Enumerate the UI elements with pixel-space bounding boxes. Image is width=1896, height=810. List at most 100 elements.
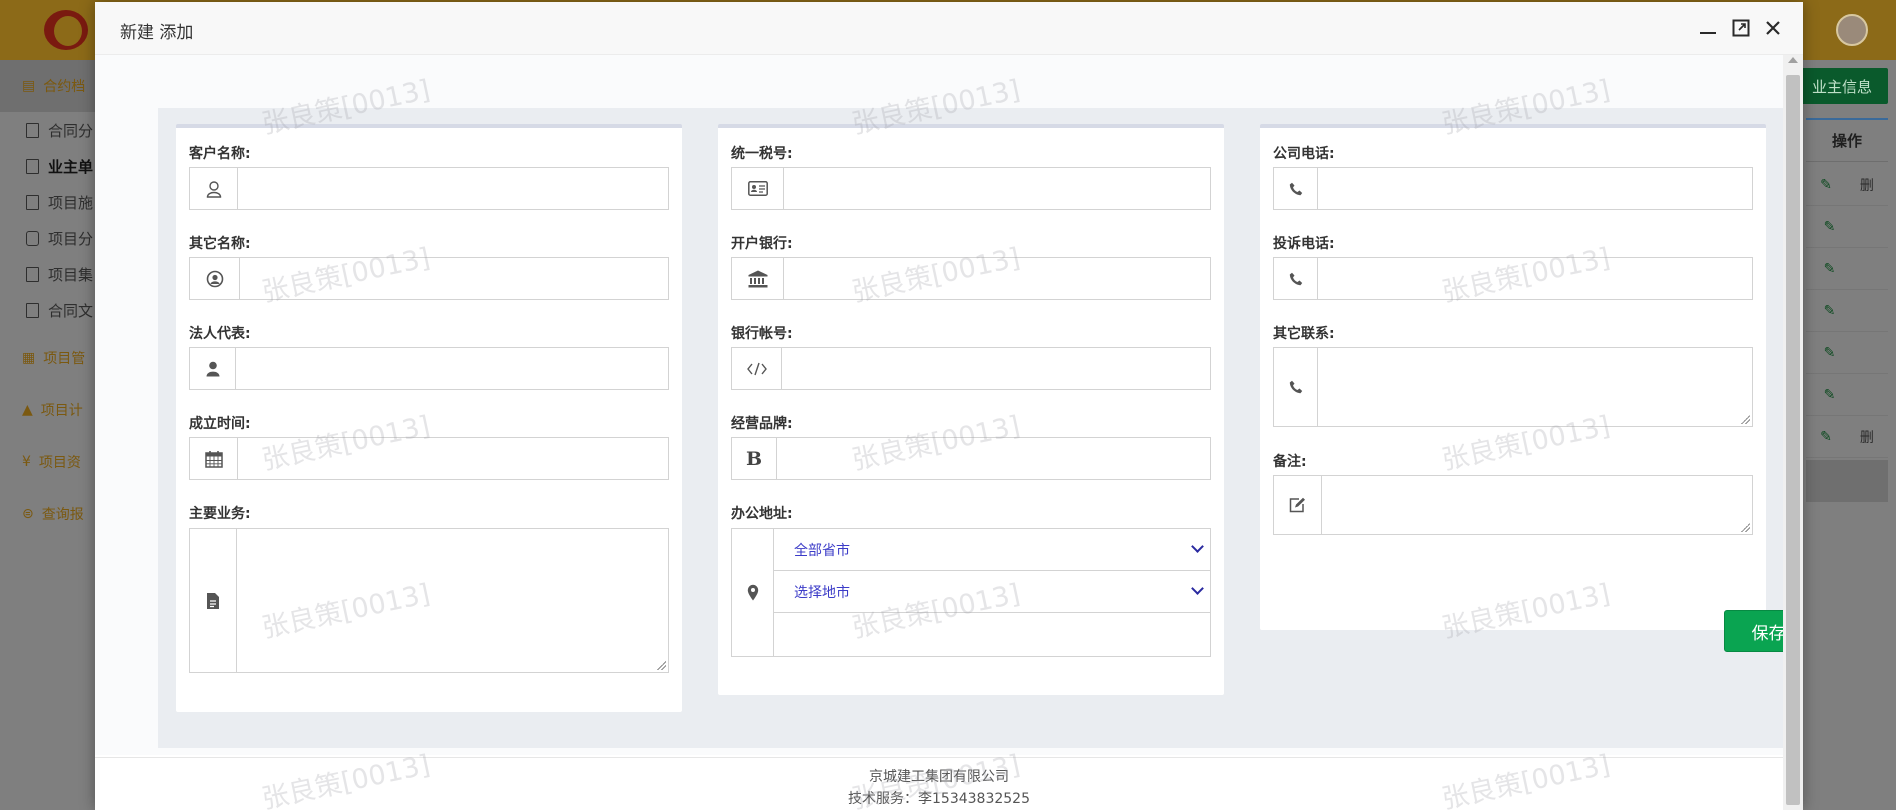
sidebar-item-owner[interactable]: 业主单	[26, 151, 93, 181]
table-row	[1806, 460, 1888, 502]
other-name-group	[189, 257, 669, 300]
complaint-phone-label: 投诉电话:	[1273, 236, 1335, 252]
scroll-up-arrow-icon[interactable]	[1788, 57, 1798, 63]
legal-rep-label: 法人代表:	[189, 326, 251, 342]
delete-link[interactable]: 删	[1860, 175, 1874, 195]
other-name-label: 其它名称:	[189, 236, 251, 252]
minimize-button[interactable]	[1696, 16, 1720, 40]
sidebar-item-project-construction[interactable]: 项目施	[26, 187, 93, 217]
file-icon	[26, 194, 39, 210]
other-contact-textarea[interactable]	[1318, 348, 1752, 426]
scrollbar-thumb[interactable]	[1786, 75, 1800, 805]
tax-id-group	[731, 167, 1211, 210]
company-phone-input[interactable]	[1318, 168, 1752, 209]
sidebar-item-contract-docs[interactable]: 合同文	[26, 295, 93, 325]
calendar-icon	[190, 438, 238, 479]
maximize-icon	[1732, 19, 1750, 37]
app-logo	[40, 8, 90, 52]
footer-support: 技术服务：李15343832525	[848, 791, 1030, 807]
main-business-textarea[interactable]	[237, 529, 668, 672]
bank-account-input[interactable]	[782, 348, 1210, 389]
close-button[interactable]	[1761, 16, 1785, 40]
established-label: 成立时间:	[189, 416, 251, 432]
complaint-phone-group	[1273, 257, 1753, 300]
address-detail-input[interactable]	[774, 613, 1210, 656]
location-addon	[731, 528, 774, 657]
sidebar-group-project-plan[interactable]: ▲ 项目计	[0, 384, 96, 436]
table-row-actions: ✎	[1806, 374, 1888, 416]
table-row-actions: ✎ 删	[1806, 164, 1888, 206]
tax-id-input[interactable]	[784, 168, 1210, 209]
edit-icon[interactable]: ✎	[1824, 345, 1836, 361]
brand-group: B	[731, 437, 1211, 480]
legal-rep-input[interactable]	[236, 348, 668, 389]
city-select[interactable]: 选择地市	[773, 570, 1211, 613]
edit-icon[interactable]: ✎	[1824, 303, 1836, 319]
document-icon	[190, 529, 237, 672]
table-row-actions: ✎ 删	[1806, 416, 1888, 458]
bank-group	[731, 257, 1211, 300]
complaint-phone-input[interactable]	[1318, 258, 1752, 299]
edit-icon[interactable]: ✎	[1824, 261, 1836, 277]
edit-icon	[1274, 476, 1322, 534]
table-row-actions: ✎	[1806, 332, 1888, 374]
dialog-footer: 京城建工集团有限公司 技术服务：李15343832525	[95, 757, 1783, 810]
close-icon	[1766, 21, 1780, 35]
chevron-down-icon	[1191, 540, 1204, 553]
brand-input[interactable]	[777, 438, 1210, 479]
dialog-body[interactable]: 客户名称: 其它名称: 法人代表: 成立时间: 主要业务: 统一税号: 开户银行…	[95, 55, 1783, 755]
table-row-actions: ✎	[1806, 206, 1888, 248]
tax-id-label: 统一税号:	[731, 146, 793, 162]
customer-name-input[interactable]	[238, 168, 668, 209]
remark-group	[1273, 475, 1753, 535]
edit-icon[interactable]: ✎	[1820, 429, 1832, 445]
address-detail-group	[773, 612, 1211, 657]
other-contact-group	[1273, 347, 1753, 427]
yen-icon: ¥	[22, 454, 31, 470]
footer-company: 京城建工集团有限公司	[869, 769, 1009, 785]
user-circle-icon	[190, 258, 240, 299]
office-address-label: 办公地址:	[731, 506, 793, 522]
book-icon: ▤	[22, 78, 36, 94]
bank-label: 开户银行:	[731, 236, 793, 252]
sidebar-item-project-collection[interactable]: 项目集	[26, 259, 93, 289]
bank-icon	[732, 258, 784, 299]
resize-handle[interactable]	[1741, 523, 1750, 532]
edit-icon[interactable]: ✎	[1820, 177, 1832, 193]
sidebar-item-contract-category[interactable]: 合同分	[26, 115, 93, 145]
maximize-button[interactable]	[1729, 16, 1753, 40]
phone-icon	[1274, 258, 1318, 299]
dialog-header: 新建 添加	[95, 2, 1803, 55]
database-icon: ⊜	[22, 506, 34, 522]
file-icon	[26, 122, 39, 138]
edit-icon[interactable]: ✎	[1824, 387, 1836, 403]
save-add-button[interactable]: 保存添加	[1724, 610, 1783, 652]
province-select[interactable]: 全部省市	[773, 528, 1211, 571]
sidebar-group-project-funds[interactable]: ¥ 项目资	[0, 436, 96, 488]
phone-icon	[1274, 168, 1318, 209]
sidebar-group-contract[interactable]: ▤ 合约档	[0, 60, 96, 112]
bank-account-label: 银行帐号:	[731, 326, 793, 342]
table-row-actions: ✎	[1806, 290, 1888, 332]
map-marker-icon	[732, 529, 773, 656]
remark-textarea[interactable]	[1322, 476, 1752, 534]
other-name-input[interactable]	[240, 258, 668, 299]
sidebar-group-project-mgmt[interactable]: ▦ 项目管	[0, 332, 96, 384]
sidebar: ▤ 合约档 合同分 业主单 项目施 项目分 项目集 合同文 ▦ 项目管 ▲ 项目计 ¥…	[0, 60, 96, 810]
resize-handle[interactable]	[1741, 415, 1750, 424]
chart-icon: ▲	[22, 402, 33, 418]
main-business-label: 主要业务:	[189, 506, 251, 522]
edit-icon[interactable]: ✎	[1824, 219, 1836, 235]
sidebar-item-project-subcontract[interactable]: 项目分	[26, 223, 93, 253]
customer-name-group	[189, 167, 669, 210]
sidebar-group-reports[interactable]: ⊜ 查询报	[0, 488, 96, 540]
user-icon	[190, 348, 236, 389]
delete-link[interactable]: 删	[1860, 427, 1874, 447]
dialog-scrollbar[interactable]	[1783, 55, 1803, 810]
user-avatar[interactable]	[1836, 14, 1868, 46]
bank-input[interactable]	[784, 258, 1210, 299]
owner-info-button[interactable]: 业主信息	[1796, 68, 1888, 104]
resize-handle[interactable]	[657, 661, 666, 670]
user-outline-icon	[190, 168, 238, 209]
established-date-input[interactable]	[238, 438, 668, 479]
